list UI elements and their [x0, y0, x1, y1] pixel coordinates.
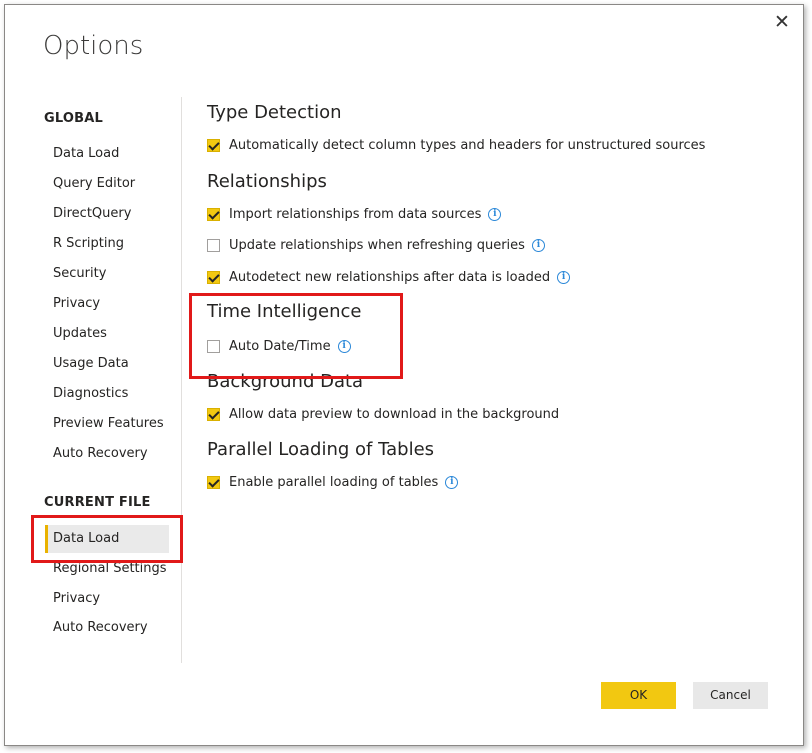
option-autodetect-relationships[interactable]: Autodetect new relationships after data … [207, 267, 571, 287]
option-label: Automatically detect column types and he… [229, 137, 706, 153]
sidebar-heading-current-file: CURRENT FILE [44, 495, 151, 510]
option-label: Autodetect new relationships after data … [229, 269, 551, 285]
checkbox-update-relationships[interactable] [207, 238, 220, 252]
sidebar-item-global-data-load[interactable]: Data Load [45, 140, 169, 168]
option-label: Enable parallel loading of tables [229, 474, 439, 490]
dialog-title: Options [43, 31, 144, 61]
sidebar-item-security[interactable]: Security [45, 260, 169, 288]
option-auto-date-time[interactable]: Auto Date/Time i [207, 336, 351, 356]
options-dialog: Options ✕ GLOBAL Data Load Query Editor … [4, 4, 804, 746]
option-label: Allow data preview to download in the ba… [229, 406, 560, 422]
type-detection-title: Type Detection [207, 102, 342, 123]
sidebar-item-current-auto-recovery[interactable]: Auto Recovery [45, 614, 169, 642]
option-label: Auto Date/Time [229, 338, 331, 354]
option-allow-data-preview[interactable]: Allow data preview to download in the ba… [207, 404, 559, 424]
checkbox-enable-parallel-loading[interactable] [207, 475, 220, 489]
sidebar-item-query-editor[interactable]: Query Editor [45, 170, 169, 198]
info-icon[interactable]: i [531, 238, 545, 252]
option-label: Update relationships when refreshing que… [229, 237, 525, 253]
option-auto-detect-types[interactable]: Automatically detect column types and he… [207, 135, 705, 155]
checkbox-allow-data-preview[interactable] [207, 407, 220, 421]
sidebar-divider [181, 97, 182, 663]
sidebar-item-updates[interactable]: Updates [45, 320, 169, 348]
info-icon[interactable]: i [445, 475, 459, 489]
sidebar-item-current-data-load[interactable]: Data Load [45, 525, 169, 553]
info-icon[interactable]: i [557, 270, 571, 284]
option-update-relationships[interactable]: Update relationships when refreshing que… [207, 235, 545, 255]
parallel-loading-title: Parallel Loading of Tables [207, 439, 435, 460]
ok-button[interactable]: OK [601, 682, 676, 709]
sidebar-item-diagnostics[interactable]: Diagnostics [45, 380, 169, 408]
sidebar-item-r-scripting[interactable]: R Scripting [45, 230, 169, 258]
option-enable-parallel-loading[interactable]: Enable parallel loading of tables i [207, 472, 459, 492]
checkbox-auto-detect-types[interactable] [207, 138, 220, 152]
sidebar-item-directquery[interactable]: DirectQuery [45, 200, 169, 228]
info-icon[interactable]: i [488, 207, 502, 221]
sidebar-item-usage-data[interactable]: Usage Data [45, 350, 169, 378]
checkbox-import-relationships[interactable] [207, 207, 220, 221]
option-import-relationships[interactable]: Import relationships from data sources i [207, 204, 502, 224]
sidebar-item-current-privacy[interactable]: Privacy [45, 585, 169, 613]
sidebar-item-preview-features[interactable]: Preview Features [45, 410, 169, 438]
cancel-button[interactable]: Cancel [693, 682, 768, 709]
checkbox-auto-date-time[interactable] [207, 339, 220, 353]
option-label: Import relationships from data sources [229, 206, 482, 222]
info-icon[interactable]: i [337, 339, 351, 353]
sidebar-item-global-auto-recovery[interactable]: Auto Recovery [45, 440, 169, 468]
background-data-title: Background Data [207, 371, 364, 392]
close-icon[interactable]: ✕ [771, 11, 793, 33]
checkbox-autodetect-relationships[interactable] [207, 270, 220, 284]
sidebar-heading-global: GLOBAL [44, 111, 103, 126]
sidebar-item-regional-settings[interactable]: Regional Settings [45, 555, 169, 583]
sidebar-item-global-privacy[interactable]: Privacy [45, 290, 169, 318]
relationships-title: Relationships [207, 171, 327, 192]
time-intelligence-title: Time Intelligence [207, 301, 362, 322]
